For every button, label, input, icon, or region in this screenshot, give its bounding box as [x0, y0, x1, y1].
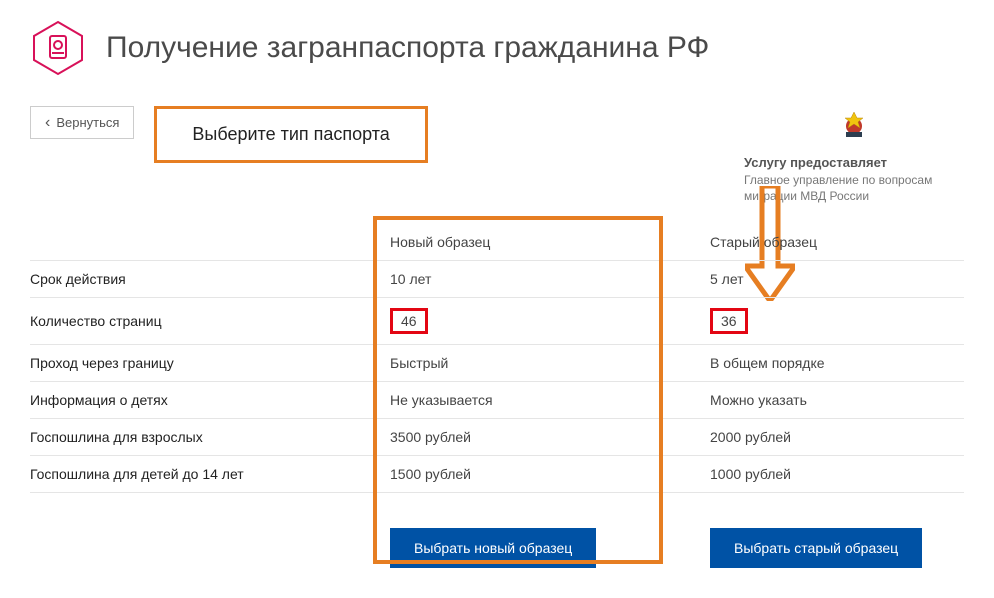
cell-new: 46: [390, 298, 710, 345]
cell-new: 3500 рублей: [390, 419, 710, 456]
row-label: Проход через границу: [30, 345, 390, 382]
row-label: Срок действия: [30, 261, 390, 298]
back-label: Вернуться: [56, 115, 119, 130]
choose-type-box: Выберите тип паспорта: [154, 106, 427, 163]
table-row: Количество страниц 46 36: [30, 298, 964, 345]
row-label: Информация о детях: [30, 382, 390, 419]
cell-old: 36: [710, 298, 964, 345]
cell-new: 1500 рублей: [390, 456, 710, 493]
passport-icon: [30, 20, 86, 76]
row-label: Госпошлина для взрослых: [30, 419, 390, 456]
highlight-box: 46: [390, 308, 428, 334]
cell-old: Можно указать: [710, 382, 964, 419]
cell-new: 10 лет: [390, 261, 710, 298]
cell-old: 1000 рублей: [710, 456, 964, 493]
row-label: Госпошлина для детей до 14 лет: [30, 456, 390, 493]
comparison-table: Новый образец Старый образец Срок действ…: [30, 224, 964, 578]
table-row: Проход через границу Быстрый В общем пор…: [30, 345, 964, 382]
choose-old-button[interactable]: Выбрать старый образец: [710, 528, 922, 568]
highlight-box: 36: [710, 308, 748, 334]
row-label: Количество страниц: [30, 298, 390, 345]
cell-old: 5 лет: [710, 261, 964, 298]
column-header-old: Старый образец: [710, 224, 964, 261]
choose-new-button[interactable]: Выбрать новый образец: [390, 528, 596, 568]
cell-old: В общем порядке: [710, 345, 964, 382]
page-title: Получение загранпаспорта гражданина РФ: [106, 31, 709, 65]
cell-new: Не указывается: [390, 382, 710, 419]
table-row: Госпошлина для детей до 14 лет 1500 рубл…: [30, 456, 964, 493]
table-row: Срок действия 10 лет 5 лет: [30, 261, 964, 298]
table-row: Госпошлина для взрослых 3500 рублей 2000…: [30, 419, 964, 456]
back-button[interactable]: Вернуться: [30, 106, 134, 139]
cell-old: 2000 рублей: [710, 419, 964, 456]
provider-heading: Услугу предоставляет: [744, 155, 964, 170]
mvd-emblem-icon: [744, 106, 964, 147]
cell-new: Быстрый: [390, 345, 710, 382]
table-row: Информация о детях Не указывается Можно …: [30, 382, 964, 419]
column-header-new: Новый образец: [390, 224, 710, 261]
